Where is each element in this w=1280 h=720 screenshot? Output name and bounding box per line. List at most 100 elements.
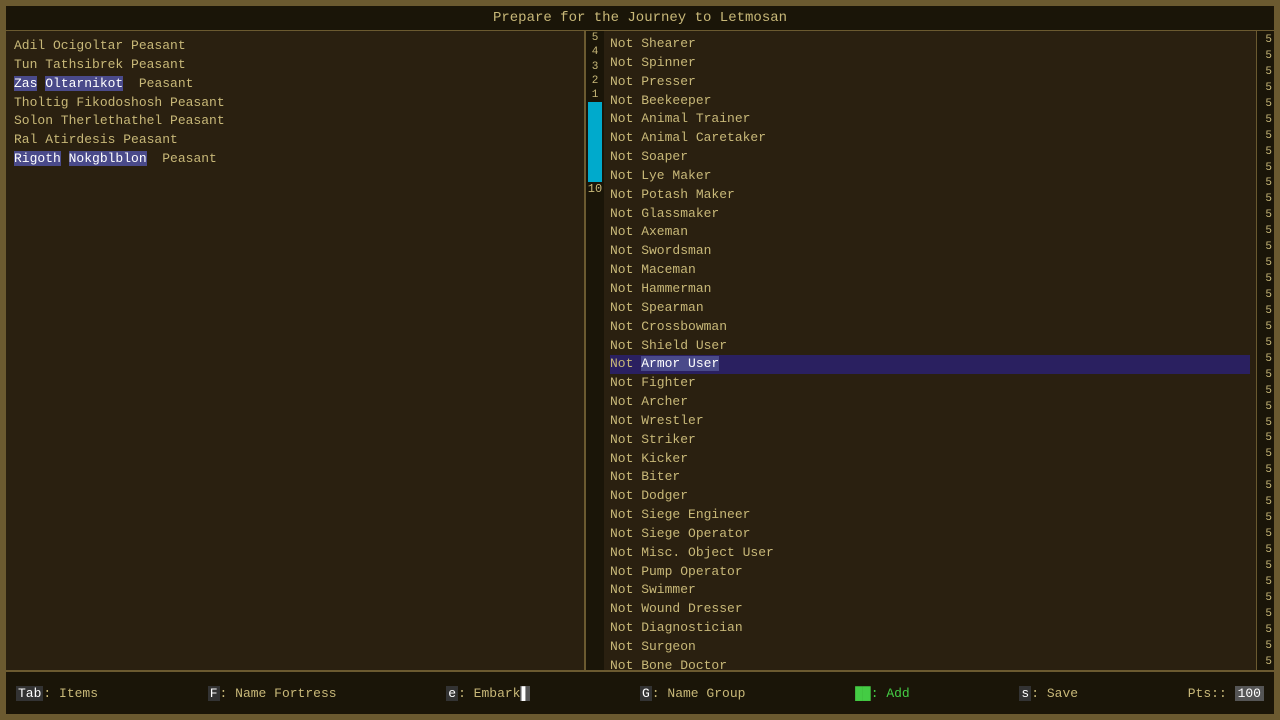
skill-row[interactable]: Not Striker <box>610 431 1250 450</box>
skill-row[interactable]: Not Beekeeper <box>610 92 1250 111</box>
skill-row[interactable]: Not Pump Operator <box>610 563 1250 582</box>
unit-role: Peasant <box>162 151 217 166</box>
units-panel: Adil Ocigoltar PeasantTun Tathsibrek Pea… <box>6 31 586 670</box>
bottom-bar: Tab: Items F: Name Fortress e: Embark▌ G… <box>6 670 1274 714</box>
skill-row[interactable]: Not Lye Maker <box>610 167 1250 186</box>
unit-row[interactable]: Rigoth Nokgblblon Peasant <box>14 150 576 169</box>
skill-row[interactable]: Not Fighter <box>610 374 1250 393</box>
skill-number: 5 <box>1259 352 1272 368</box>
unit-row[interactable]: Adil Ocigoltar Peasant <box>14 37 576 56</box>
skill-number: 5 <box>1259 240 1272 256</box>
skill-row[interactable]: Not Shearer <box>610 35 1250 54</box>
skill-row[interactable]: Not Shield User <box>610 337 1250 356</box>
skill-row[interactable]: Not Siege Engineer <box>610 506 1250 525</box>
e-label: Embark <box>474 686 521 701</box>
pts-value: 100 <box>1235 686 1264 701</box>
unit-row[interactable]: Tun Tathsibrek Peasant <box>14 56 576 75</box>
right-panel: Not ShearerNot SpinnerNot PresserNot Bee… <box>604 31 1274 670</box>
skill-number: 5 <box>1259 431 1272 447</box>
skill-number: 5 <box>1259 368 1272 384</box>
skill-number: 5 <box>1259 511 1272 527</box>
g-key[interactable]: G <box>640 686 652 701</box>
skill-row[interactable]: Not Crossbowman <box>610 318 1250 337</box>
skill-row[interactable]: Not Animal Caretaker <box>610 129 1250 148</box>
tab-command[interactable]: Tab: Items <box>16 686 98 701</box>
skill-row[interactable]: Not Maceman <box>610 261 1250 280</box>
skill-row[interactable]: Not Soaper <box>610 148 1250 167</box>
skill-number: 5 <box>1259 272 1272 288</box>
skill-row[interactable]: Not Spinner <box>610 54 1250 73</box>
skill-number: 5 <box>1259 416 1272 432</box>
unit-row[interactable]: Tholtig Fikodoshosh Peasant <box>14 94 576 113</box>
unit-row[interactable]: Zas Oltarnikot Peasant <box>14 75 576 94</box>
unit-role: Peasant <box>139 76 194 91</box>
skill-row[interactable]: Not Animal Trainer <box>610 110 1250 129</box>
skill-row[interactable]: Not Siege Operator <box>610 525 1250 544</box>
skill-row[interactable]: Not Wound Dresser <box>610 600 1250 619</box>
unit-row[interactable]: Solon Therlethathel Peasant <box>14 112 576 131</box>
g-command[interactable]: G: Name Group <box>640 686 745 701</box>
skill-number: 5 <box>1259 81 1272 97</box>
f-key[interactable]: F <box>208 686 220 701</box>
skill-row[interactable]: Not Archer <box>610 393 1250 412</box>
skills-list: Not ShearerNot SpinnerNot PresserNot Bee… <box>604 31 1256 670</box>
skill-number: 5 <box>1259 591 1272 607</box>
skill-number: 5 <box>1259 655 1272 670</box>
skill-row[interactable]: Not Wrestler <box>610 412 1250 431</box>
skill-number: 5 <box>1259 33 1272 49</box>
unit-row[interactable]: Ral Atirdesis Peasant <box>14 131 576 150</box>
skill-row[interactable]: Not Bone Doctor <box>610 657 1250 670</box>
add-indicator: ██ <box>855 686 871 701</box>
main-content: Adil Ocigoltar PeasantTun Tathsibrek Pea… <box>6 31 1274 670</box>
s-label: Save <box>1047 686 1078 701</box>
skill-number: 5 <box>1259 384 1272 400</box>
skill-number: 5 <box>1259 639 1272 655</box>
skill-row[interactable]: Not Hammerman <box>610 280 1250 299</box>
skill-number: 5 <box>1259 463 1272 479</box>
skill-row[interactable]: Not Potash Maker <box>610 186 1250 205</box>
skill-row[interactable]: Not Kicker <box>610 450 1250 469</box>
f-command[interactable]: F: Name Fortress <box>208 686 337 701</box>
skill-row[interactable]: Not Dodger <box>610 487 1250 506</box>
skill-row[interactable]: Not Armor User <box>610 355 1250 374</box>
tab-key[interactable]: Tab <box>16 686 43 701</box>
add-label: Add <box>886 686 909 701</box>
skill-number: 5 <box>1259 161 1272 177</box>
skill-row[interactable]: Not Axeman <box>610 223 1250 242</box>
skill-number: 5 <box>1259 479 1272 495</box>
skill-number: 5 <box>1259 447 1272 463</box>
skill-row[interactable]: Not Diagnostician <box>610 619 1250 638</box>
embark-cursor: ▌ <box>520 686 530 701</box>
skill-number: 5 <box>1259 176 1272 192</box>
skill-row[interactable]: Not Swordsman <box>610 242 1250 261</box>
skill-number: 5 <box>1259 575 1272 591</box>
skill-numbers: 5555555555555555555555555555555555555555… <box>1256 31 1274 670</box>
skill-number: 5 <box>1259 97 1272 113</box>
skill-row[interactable]: Not Surgeon <box>610 638 1250 657</box>
g-label: Name Group <box>667 686 745 701</box>
e-key[interactable]: e <box>446 686 458 701</box>
add-command[interactable]: ██: Add <box>855 686 910 701</box>
skill-number: 5 <box>1259 400 1272 416</box>
skill-number: 5 <box>1259 559 1272 575</box>
s-key[interactable]: s <box>1019 686 1031 701</box>
skill-number: 5 <box>1259 304 1272 320</box>
pts-label: Pts: <box>1188 686 1219 701</box>
s-command[interactable]: s: Save <box>1019 686 1078 701</box>
skill-number: 5 <box>1259 527 1272 543</box>
scroll-bar[interactable]: 54321 10 <box>586 31 604 670</box>
skill-row[interactable]: Not Swimmer <box>610 581 1250 600</box>
e-command[interactable]: e: Embark▌ <box>446 686 530 701</box>
skill-number: 5 <box>1259 208 1272 224</box>
skill-row[interactable]: Not Spearman <box>610 299 1250 318</box>
skill-row[interactable]: Not Biter <box>610 468 1250 487</box>
skill-number: 5 <box>1259 543 1272 559</box>
skill-number: 5 <box>1259 495 1272 511</box>
skill-row[interactable]: Not Presser <box>610 73 1250 92</box>
skill-row[interactable]: Not Glassmaker <box>610 205 1250 224</box>
skill-row[interactable]: Not Misc. Object User <box>610 544 1250 563</box>
skill-number: 5 <box>1259 129 1272 145</box>
window-title: Prepare for the Journey to Letmosan <box>493 10 787 26</box>
skill-number: 5 <box>1259 65 1272 81</box>
title-bar: Prepare for the Journey to Letmosan <box>6 6 1274 31</box>
